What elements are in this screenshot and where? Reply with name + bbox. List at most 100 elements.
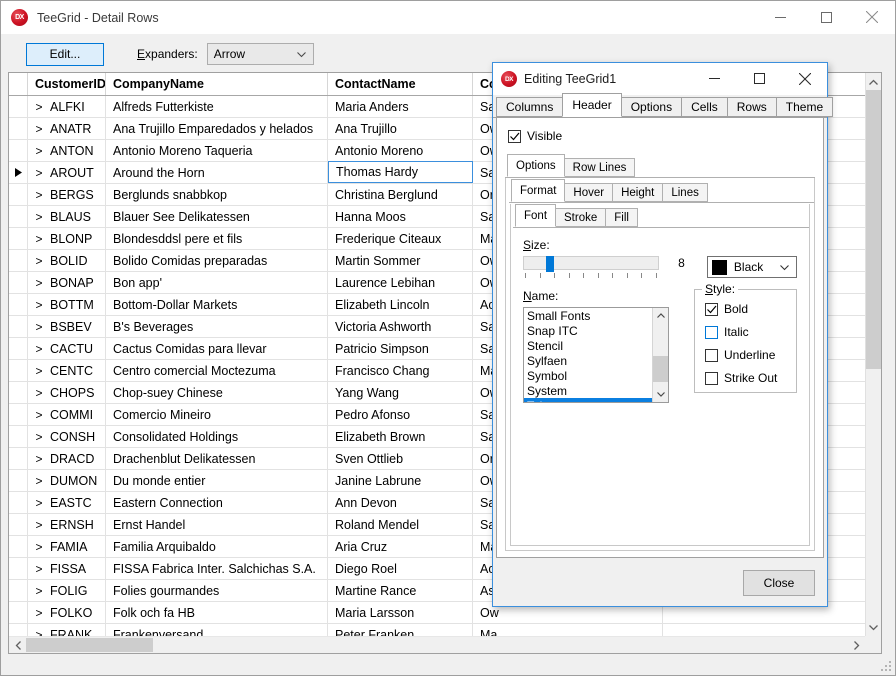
style-underline-row[interactable]: Underline (705, 348, 796, 362)
tab-hover[interactable]: Hover (564, 183, 613, 202)
expander-icon[interactable]: > (28, 276, 50, 290)
expander-icon[interactable]: > (28, 298, 50, 312)
font-list-scroll-down-icon[interactable] (653, 387, 668, 402)
tab-row-lines[interactable]: Row Lines (564, 158, 636, 177)
tab-height[interactable]: Height (612, 183, 663, 202)
cell-companyname[interactable]: Blauer See Delikatessen (106, 206, 328, 227)
font-list-scroll-thumb[interactable] (653, 356, 668, 382)
expander-icon[interactable]: > (28, 584, 50, 598)
close-button[interactable]: Close (743, 570, 815, 596)
expander-icon[interactable]: > (28, 364, 50, 378)
cell-companyname[interactable]: Ana Trujillo Emparedados y helados (106, 118, 328, 139)
cell-customerid[interactable]: >CENTC (28, 360, 106, 381)
style-italic-checkbox[interactable] (705, 326, 718, 339)
tab-cells[interactable]: Cells (681, 97, 728, 117)
cell-contactname[interactable]: Elizabeth Lincoln (328, 294, 473, 315)
cell-customerid[interactable]: >FOLKO (28, 602, 106, 623)
cell-companyname[interactable]: Alfreds Futterkiste (106, 96, 328, 117)
close-icon[interactable] (849, 1, 895, 33)
font-list-item[interactable]: Tahoma (524, 398, 654, 403)
tab-rows[interactable]: Rows (727, 97, 777, 117)
scroll-up-icon[interactable] (866, 73, 881, 90)
expander-icon[interactable]: > (28, 518, 50, 532)
grid-hscroll-thumb[interactable] (26, 638, 153, 652)
dialog-close-icon[interactable] (782, 63, 827, 94)
tab-fill[interactable]: Fill (605, 208, 638, 227)
cell-customerid[interactable]: >FAMIA (28, 536, 106, 557)
cell-contactname[interactable]: Sven Ottlieb (328, 448, 473, 469)
cell-companyname[interactable]: Berglunds snabbkop (106, 184, 328, 205)
expander-icon[interactable]: > (28, 606, 50, 620)
column-header-companyname[interactable]: CompanyName (106, 73, 328, 95)
font-list-item[interactable]: System (524, 383, 654, 398)
cell-customerid[interactable]: >FOLIG (28, 580, 106, 601)
expanders-select[interactable]: Arrow (207, 43, 314, 65)
cell-customerid[interactable]: >EASTC (28, 492, 106, 513)
cell-contactname[interactable]: Ann Devon (328, 492, 473, 513)
cell-customerid[interactable]: >BERGS (28, 184, 106, 205)
cell-contactname[interactable]: Yang Wang (328, 382, 473, 403)
cell-companyname[interactable]: Around the Horn (106, 162, 328, 183)
grid-vertical-scrollbar[interactable] (865, 73, 881, 653)
scroll-left-icon[interactable] (9, 641, 26, 650)
minimize-icon[interactable] (757, 1, 803, 33)
cell-contactname[interactable]: Hanna Moos (328, 206, 473, 227)
column-header-contactname[interactable]: ContactName (328, 73, 473, 95)
cell-companyname[interactable]: Eastern Connection (106, 492, 328, 513)
cell-companyname[interactable]: Cactus Comidas para llevar (106, 338, 328, 359)
visible-checkbox[interactable] (508, 130, 521, 143)
cell-companyname[interactable]: Drachenblut Delikatessen (106, 448, 328, 469)
expander-icon[interactable]: > (28, 122, 50, 136)
visible-checkbox-row[interactable]: Visible (508, 129, 823, 143)
tab-format[interactable]: Format (511, 179, 565, 202)
edit-button[interactable]: Edit... (26, 43, 104, 66)
expander-icon[interactable]: > (28, 100, 50, 114)
font-list-item[interactable]: Symbol (524, 368, 654, 383)
cell-contactname[interactable]: Francisco Chang (328, 360, 473, 381)
dialog-maximize-icon[interactable] (737, 63, 782, 94)
style-underline-checkbox[interactable] (705, 349, 718, 362)
style-strike-out-row[interactable]: Strike Out (705, 371, 796, 385)
cell-contactname[interactable]: Thomas Hardy (328, 161, 473, 183)
cell-customerid[interactable]: >BOLID (28, 250, 106, 271)
cell-customerid[interactable]: >BOTTM (28, 294, 106, 315)
cell-contactname[interactable]: Victoria Ashworth (328, 316, 473, 337)
font-color-select[interactable]: Black (707, 256, 797, 278)
tab-options[interactable]: Options (507, 154, 565, 177)
cell-companyname[interactable]: Chop-suey Chinese (106, 382, 328, 403)
cell-customerid[interactable]: >BSBEV (28, 316, 106, 337)
font-list-scrollbar[interactable] (652, 308, 668, 402)
cell-contactname[interactable]: Martin Sommer (328, 250, 473, 271)
cell-contactname[interactable]: Patricio Simpson (328, 338, 473, 359)
cell-companyname[interactable]: Blondesddsl pere et fils (106, 228, 328, 249)
font-name-listbox[interactable]: Small FontsSnap ITCStencilSylfaenSymbolS… (523, 307, 669, 403)
font-list-item[interactable]: Stencil (524, 338, 654, 353)
cell-companyname[interactable]: Familia Arquibaldo (106, 536, 328, 557)
cell-customerid[interactable]: >DUMON (28, 470, 106, 491)
style-italic-row[interactable]: Italic (705, 325, 796, 339)
cell-contactname[interactable]: Elizabeth Brown (328, 426, 473, 447)
cell-customerid[interactable]: >BLAUS (28, 206, 106, 227)
expander-icon[interactable]: > (28, 342, 50, 356)
cell-contactname[interactable]: Diego Roel (328, 558, 473, 579)
expander-icon[interactable]: > (28, 386, 50, 400)
cell-contactname[interactable]: Ana Trujillo (328, 118, 473, 139)
cell-companyname[interactable]: B's Beverages (106, 316, 328, 337)
tab-columns[interactable]: Columns (496, 97, 563, 117)
size-slider-track[interactable] (523, 256, 659, 270)
expander-icon[interactable]: > (28, 144, 50, 158)
cell-contactname[interactable]: Roland Mendel (328, 514, 473, 535)
font-list-item[interactable]: Sylfaen (524, 353, 654, 368)
cell-contactname[interactable]: Aria Cruz (328, 536, 473, 557)
cell-contactname[interactable]: Martine Rance (328, 580, 473, 601)
scroll-down-icon[interactable] (866, 619, 881, 636)
cell-companyname[interactable]: Consolidated Holdings (106, 426, 328, 447)
cell-contactname[interactable]: Janine Labrune (328, 470, 473, 491)
cell-companyname[interactable]: Folies gourmandes (106, 580, 328, 601)
cell-contactname[interactable]: Maria Larsson (328, 602, 473, 623)
cell-contactname[interactable]: Christina Berglund (328, 184, 473, 205)
size-slider[interactable] (523, 256, 659, 278)
cell-companyname[interactable]: Bon app' (106, 272, 328, 293)
cell-customerid[interactable]: >DRACD (28, 448, 106, 469)
size-slider-thumb[interactable] (546, 256, 554, 272)
